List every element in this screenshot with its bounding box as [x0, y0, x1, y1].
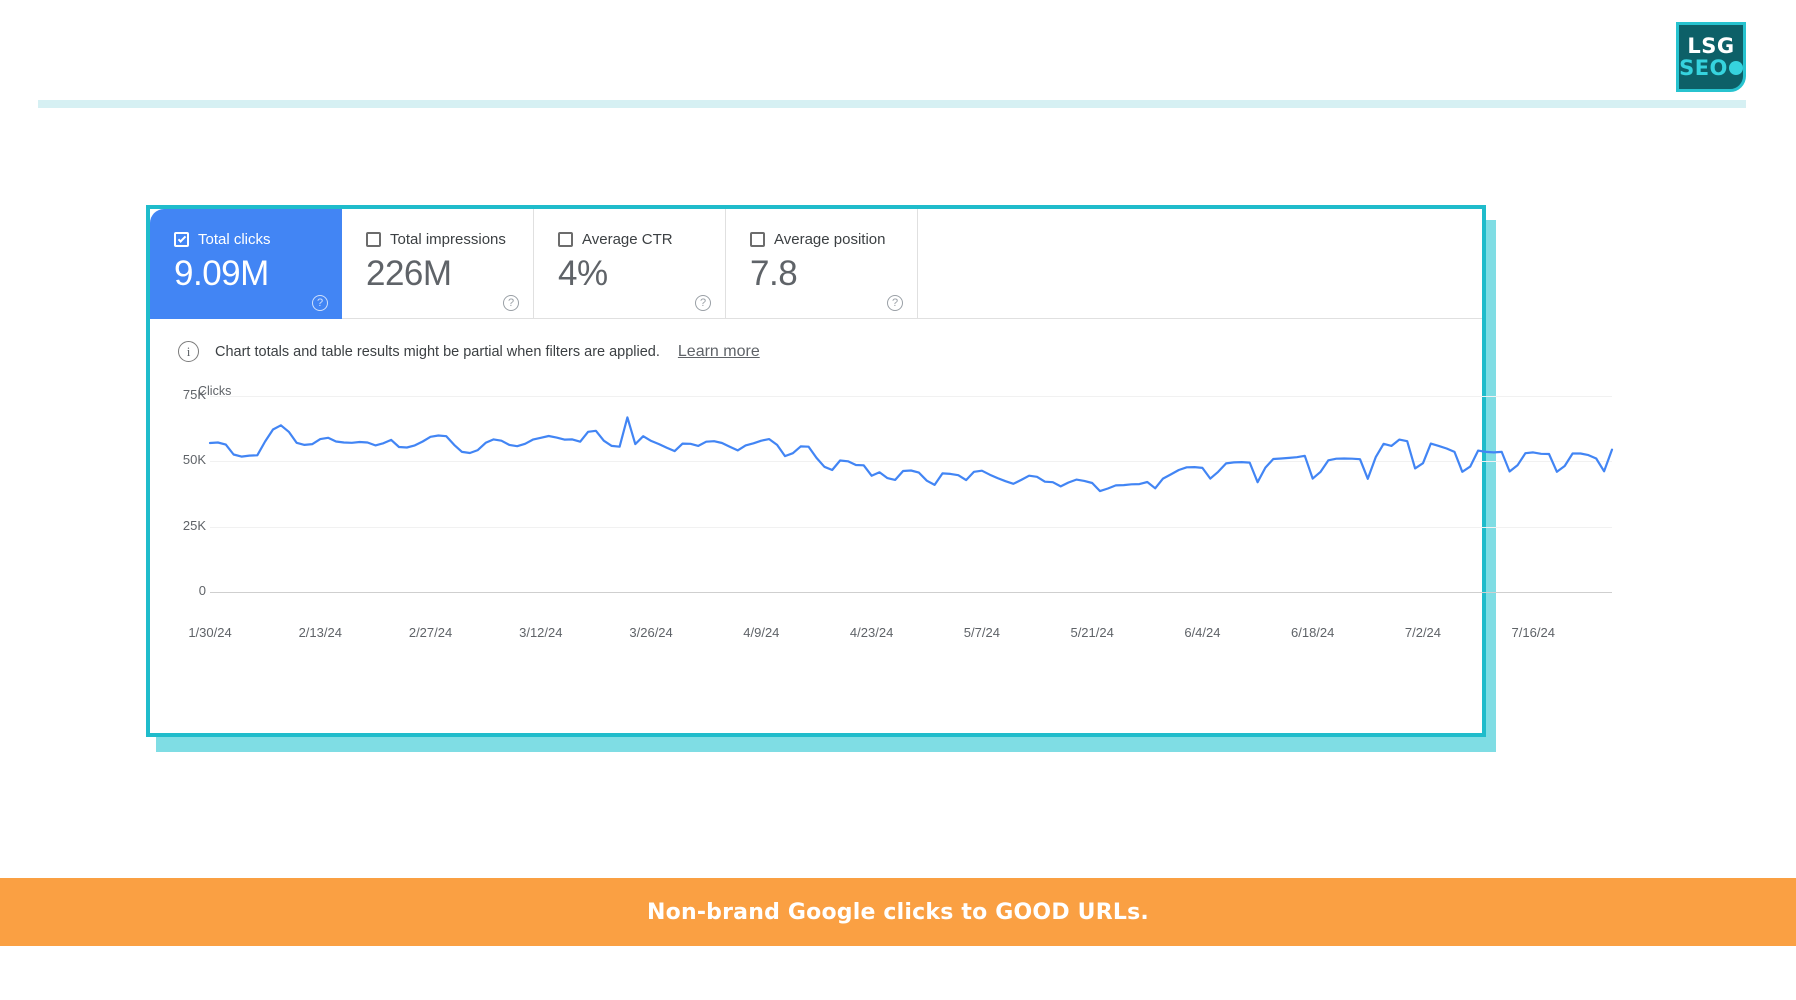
chart-plot-area [208, 416, 1614, 493]
clicks-line-series [208, 416, 1614, 493]
checkbox-total-clicks[interactable] [174, 232, 189, 247]
checkbox-average-ctr[interactable] [558, 232, 573, 247]
metric-label: Average position [774, 231, 886, 248]
metric-value: 4% [558, 254, 608, 293]
metric-tile-average-position[interactable]: Average position 7.8 ? [726, 209, 918, 319]
metric-tiles: Total clicks 9.09M ? Total impressions 2… [150, 209, 1482, 319]
help-icon[interactable]: ? [503, 295, 519, 311]
brand-logo: LSG SEO [1676, 22, 1746, 92]
metric-label: Total clicks [198, 231, 271, 248]
logo-seo-text: SEO [1679, 55, 1743, 80]
help-icon[interactable]: ? [887, 295, 903, 311]
metric-tile-header: Average CTR [558, 231, 725, 248]
help-icon[interactable]: ? [312, 295, 328, 311]
metric-tile-header: Total clicks [174, 231, 342, 248]
clicks-chart: Clicks 75K 50K 25K 0 1/30/24 2/13/24 2/27/24 3/… [150, 380, 1614, 700]
header-divider [38, 100, 1746, 108]
metric-label: Average CTR [582, 231, 673, 248]
metric-value: 9.09M [174, 254, 269, 293]
logo-lsg-text: LSG [1687, 33, 1735, 58]
banner-message: Chart totals and table results might be … [215, 343, 660, 360]
filter-notice-banner: i Chart totals and table results might b… [150, 319, 1482, 380]
logo-seo-letters: SEO [1679, 55, 1728, 80]
metric-tile-header: Average position [750, 231, 917, 248]
footer-caption-bar: Non-brand Google clicks to GOOD URLs. [0, 878, 1796, 946]
checkbox-total-impressions[interactable] [366, 232, 381, 247]
help-icon[interactable]: ? [695, 295, 711, 311]
check-icon [177, 233, 186, 243]
logo-dot-icon [1728, 61, 1743, 75]
metric-value: 226M [366, 254, 452, 293]
metric-tile-header: Total impressions [366, 231, 533, 248]
metric-tile-average-ctr[interactable]: Average CTR 4% ? [534, 209, 726, 319]
learn-more-link[interactable]: Learn more [678, 343, 760, 361]
search-console-card: Total clicks 9.09M ? Total impressions 2… [146, 205, 1614, 737]
page-root: LSG SEO Total clicks 9.09M ? Total impre… [0, 0, 1796, 1000]
metric-label: Total impressions [390, 231, 506, 248]
footer-caption: Non-brand Google clicks to GOOD URLs. [647, 899, 1149, 925]
metric-value: 7.8 [750, 254, 798, 293]
checkbox-average-position[interactable] [750, 232, 765, 247]
metric-tile-total-clicks[interactable]: Total clicks 9.09M ? [150, 209, 342, 319]
info-icon: i [178, 341, 199, 362]
metric-tile-total-impressions[interactable]: Total impressions 226M ? [342, 209, 534, 319]
